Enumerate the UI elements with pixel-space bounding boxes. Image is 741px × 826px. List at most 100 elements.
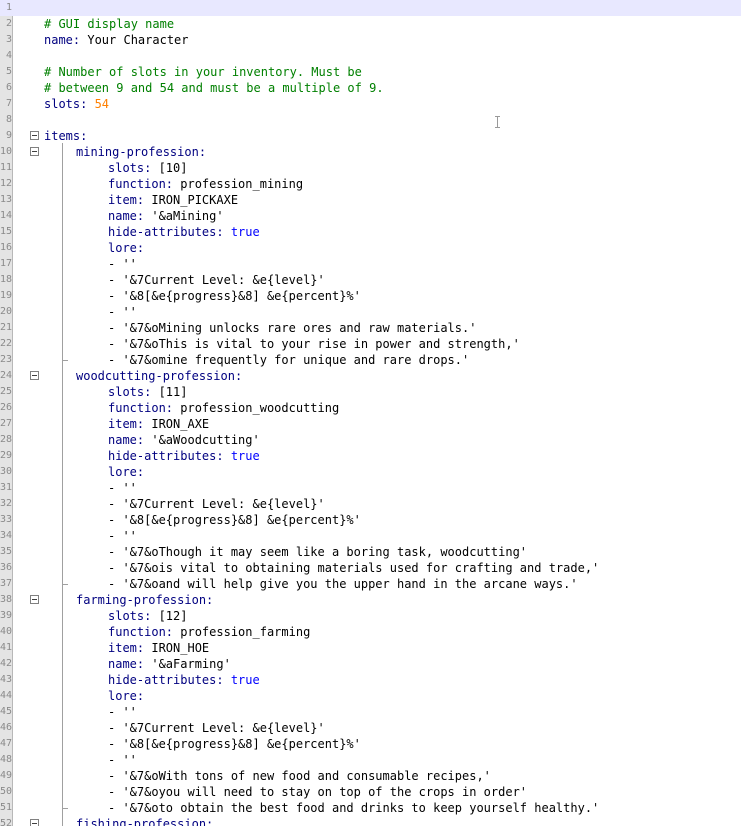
code-line[interactable]: 11 slots: [10] xyxy=(0,160,741,176)
code-line[interactable]: 3 name: Your Character xyxy=(0,32,741,48)
line-number: 48 xyxy=(0,754,12,765)
code-line[interactable]: 19 - '&8[&e{progress}&8] &e{percent}%' xyxy=(0,288,741,304)
code-line[interactable]: 18 - '&7Current Level: &e{level}' xyxy=(0,272,741,288)
fold-collapse-icon[interactable] xyxy=(30,371,39,380)
token-val: '&aWoodcutting' xyxy=(144,433,260,447)
code-line[interactable]: 24 woodcutting-profession: xyxy=(0,368,741,384)
line-text: function: profession_woodcutting xyxy=(108,400,339,416)
code-line[interactable]: 42 name: '&aFarming' xyxy=(0,656,741,672)
code-line[interactable]: 4 xyxy=(0,48,741,64)
line-number: 20 xyxy=(0,306,12,317)
code-line[interactable]: 41 item: IRON_HOE xyxy=(0,640,741,656)
line-text: # Number of slots in your inventory. Mus… xyxy=(44,64,362,80)
line-text: - '&7&oto obtain the best food and drink… xyxy=(108,800,599,816)
code-line[interactable]: 48 - '' xyxy=(0,752,741,768)
line-text: lore: xyxy=(108,688,144,704)
code-line[interactable]: 35 - '&7&oThough it may seem like a borin… xyxy=(0,544,741,560)
code-line[interactable]: 15 hide-attributes: true xyxy=(0,224,741,240)
code-line[interactable]: 33 - '&8[&e{progress}&8] &e{percent}%' xyxy=(0,512,741,528)
code-line[interactable]: 52 fishing-profession: xyxy=(0,816,741,826)
line-text: items: xyxy=(44,128,87,144)
code-line[interactable]: 26 function: profession_woodcutting xyxy=(0,400,741,416)
code-line[interactable]: 5 # Number of slots in your inventory. Mu… xyxy=(0,64,741,80)
token-key: woodcutting-profession: xyxy=(76,369,243,383)
token-key: slots: xyxy=(44,97,88,111)
token-comment: # between 9 and 54 and must be a multipl… xyxy=(44,81,384,95)
token-key: hide-attributes: xyxy=(108,449,224,463)
code-line[interactable]: 39 slots: [12] xyxy=(0,608,741,624)
code-line[interactable]: 12 function: profession_mining xyxy=(0,176,741,192)
code-line[interactable]: 29 hide-attributes: true xyxy=(0,448,741,464)
token-val: IRON_HOE xyxy=(144,641,210,655)
code-line[interactable]: 21 - '&7&oMining unlocks rare ores and ra… xyxy=(0,320,741,336)
line-text: - '&7Current Level: &e{level}' xyxy=(108,272,325,288)
code-lines[interactable]: 1 2 # GUI display name 3 name: Your Characte… xyxy=(0,0,741,826)
code-line[interactable]: 23 - '&7&omine frequently for unique and … xyxy=(0,352,741,368)
code-line[interactable]: 16 lore: xyxy=(0,240,741,256)
code-line[interactable]: 45 - '' xyxy=(0,704,741,720)
token-bool: true xyxy=(223,449,260,463)
token-val: profession_woodcutting xyxy=(173,401,340,415)
line-text: - '' xyxy=(108,304,137,320)
code-line[interactable]: 10 mining-profession: xyxy=(0,144,741,160)
line-text: - '' xyxy=(108,256,137,272)
code-editor[interactable]: 1 2 # GUI display name 3 name: Your Characte… xyxy=(0,0,741,826)
line-number: 4 xyxy=(5,50,12,61)
line-text: hide-attributes: true xyxy=(108,224,260,240)
code-line[interactable]: 8 xyxy=(0,112,741,128)
code-line[interactable]: 47 - '&8[&e{progress}&8] &e{percent}%' xyxy=(0,736,741,752)
line-text: slots: [11] xyxy=(108,384,187,400)
token-val: - '&8[&e{progress}&8] &e{percent}%' xyxy=(108,737,361,751)
line-text: - '' xyxy=(108,752,137,768)
token-bool: true xyxy=(223,673,260,687)
code-line[interactable]: 22 - '&7&oThis is vital to your rise in p… xyxy=(0,336,741,352)
line-number: 13 xyxy=(0,194,12,205)
code-line[interactable]: 32 - '&7Current Level: &e{level}' xyxy=(0,496,741,512)
line-number: 5 xyxy=(5,66,12,77)
token-val: - '&7Current Level: &e{level}' xyxy=(108,497,325,511)
code-line[interactable]: 51 - '&7&oto obtain the best food and dri… xyxy=(0,800,741,816)
code-line[interactable]: 1 xyxy=(0,0,741,16)
code-line[interactable]: 46 - '&7Current Level: &e{level}' xyxy=(0,720,741,736)
code-line[interactable]: 20 - '' xyxy=(0,304,741,320)
fold-collapse-icon[interactable] xyxy=(30,819,39,826)
code-line[interactable]: 17 - '' xyxy=(0,256,741,272)
code-line[interactable]: 25 slots: [11] xyxy=(0,384,741,400)
code-line[interactable]: 6 # between 9 and 54 and must be a multip… xyxy=(0,80,741,96)
code-line[interactable]: 9 items: xyxy=(0,128,741,144)
line-number: 1 xyxy=(5,2,12,13)
code-line[interactable]: 28 name: '&aWoodcutting' xyxy=(0,432,741,448)
token-val: - '' xyxy=(108,257,137,271)
fold-collapse-icon[interactable] xyxy=(30,595,39,604)
code-line[interactable]: 27 item: IRON_AXE xyxy=(0,416,741,432)
code-line[interactable]: 13 item: IRON_PICKAXE xyxy=(0,192,741,208)
code-line[interactable]: 50 - '&7&oyou will need to stay on top of… xyxy=(0,784,741,800)
line-number: 18 xyxy=(0,274,12,285)
code-line[interactable]: 31 - '' xyxy=(0,480,741,496)
token-key: fishing-profession: xyxy=(76,817,214,826)
code-line[interactable]: 49 - '&7&oWith tons of new food and consu… xyxy=(0,768,741,784)
token-comment: # Number of slots in your inventory. Mus… xyxy=(44,65,362,79)
line-number: 23 xyxy=(0,354,12,365)
line-text: - '&7&oMining unlocks rare ores and raw … xyxy=(108,320,476,336)
line-text: - '&8[&e{progress}&8] &e{percent}%' xyxy=(108,288,361,304)
code-line[interactable]: 34 - '' xyxy=(0,528,741,544)
code-line[interactable]: 40 function: profession_farming xyxy=(0,624,741,640)
code-line[interactable]: 30 lore: xyxy=(0,464,741,480)
token-val: [10] xyxy=(151,161,188,175)
code-line[interactable]: 2 # GUI display name xyxy=(0,16,741,32)
code-line[interactable]: 44 lore: xyxy=(0,688,741,704)
code-line[interactable]: 38 farming-profession: xyxy=(0,592,741,608)
line-number: 42 xyxy=(0,658,12,669)
code-line[interactable]: 7 slots: 54 xyxy=(0,96,741,112)
code-line[interactable]: 36 - '&7&ois vital to obtaining materials… xyxy=(0,560,741,576)
code-line[interactable]: 14 name: '&aMining' xyxy=(0,208,741,224)
code-line[interactable]: 37 - '&7&oand will help give you the uppe… xyxy=(0,576,741,592)
fold-collapse-icon[interactable] xyxy=(30,131,39,140)
line-text: item: IRON_PICKAXE xyxy=(108,192,238,208)
token-key: function: xyxy=(108,625,174,639)
fold-collapse-icon[interactable] xyxy=(30,147,39,156)
line-text: - '&7&omine frequently for unique and ra… xyxy=(108,352,469,368)
line-number: 52 xyxy=(0,818,12,826)
code-line[interactable]: 43 hide-attributes: true xyxy=(0,672,741,688)
